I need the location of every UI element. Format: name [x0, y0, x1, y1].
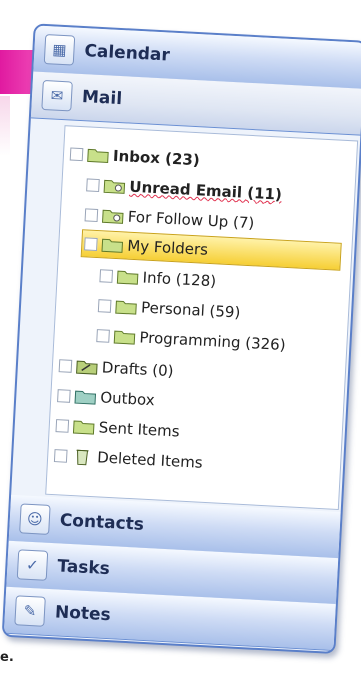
expander-icon[interactable]: [58, 358, 73, 373]
tree-item-inbox[interactable]: Inbox (23): [69, 140, 200, 173]
expander-icon[interactable]: [97, 298, 112, 313]
expander-icon[interactable]: [84, 207, 99, 222]
outbox-icon: [74, 388, 97, 405]
expander-icon[interactable]: [99, 268, 114, 283]
tree-item-outbox[interactable]: Outbox: [57, 382, 156, 413]
mail-icon: ✉: [41, 79, 73, 112]
drafts-folder-icon: [76, 358, 99, 375]
tree-item-label: Outbox: [99, 388, 156, 410]
tree-item-sent-items[interactable]: Sent Items: [55, 412, 180, 444]
tree-item-info[interactable]: Info (128): [99, 262, 217, 294]
tasks-label: Tasks: [56, 556, 111, 580]
mail-label: Mail: [81, 87, 123, 110]
calendar-icon: ▦: [43, 34, 76, 66]
tree-item-label: Deleted Items: [96, 448, 204, 472]
tree-item-programming[interactable]: Programming (326): [96, 322, 286, 358]
tasks-icon: ✓: [16, 549, 49, 581]
expander-icon[interactable]: [69, 146, 84, 161]
tree-item-label: Info (128): [142, 268, 217, 291]
tree-item-label: Programming (326): [139, 328, 287, 355]
folder-icon: [87, 146, 110, 163]
search-folder-icon: [101, 207, 124, 224]
folder-tree: Inbox (23) Unread Email (11) For Follow …: [45, 125, 359, 511]
expander-icon[interactable]: [57, 388, 71, 403]
expander-icon[interactable]: [84, 236, 98, 251]
tree-item-deleted-items[interactable]: Deleted Items: [53, 442, 204, 476]
expander-icon[interactable]: [55, 418, 70, 433]
expander-icon[interactable]: [86, 177, 100, 192]
folder-icon: [113, 328, 136, 345]
expander-icon[interactable]: [53, 448, 68, 463]
search-folder-icon: [103, 177, 126, 194]
tree-item-label: My Folders: [126, 236, 209, 259]
trash-icon: [71, 448, 94, 466]
tree-item-label: Sent Items: [98, 418, 181, 441]
tree-item-label: Drafts (0): [101, 358, 174, 381]
caption-fragment: e.: [0, 650, 14, 665]
contacts-label: Contacts: [59, 510, 145, 535]
panel-frame: ▦ Calendar ✉ Mail Inbox (23) Unread Emai…: [1, 23, 361, 655]
tree-item-label: For Follow Up (7): [127, 207, 255, 233]
tree-item-drafts[interactable]: Drafts (0): [58, 352, 174, 384]
notes-label: Notes: [54, 602, 112, 626]
navigation-pane: ▦ Calendar ✉ Mail Inbox (23) Unread Emai…: [0, 0, 361, 676]
sent-items-icon: [72, 418, 95, 435]
notes-icon: ✎: [14, 595, 46, 627]
folder-icon: [115, 298, 138, 315]
tree-item-label: Personal (59): [140, 298, 241, 322]
folder-icon: [116, 268, 139, 285]
tree-item-label: Inbox (23): [112, 146, 201, 170]
tree-item-label: Unread Email (11): [128, 177, 283, 204]
expander-icon[interactable]: [96, 328, 110, 343]
folder-icon: [101, 236, 124, 253]
calendar-label: Calendar: [83, 41, 171, 66]
contacts-icon: ☺: [19, 503, 51, 535]
tree-item-personal[interactable]: Personal (59): [97, 292, 241, 325]
